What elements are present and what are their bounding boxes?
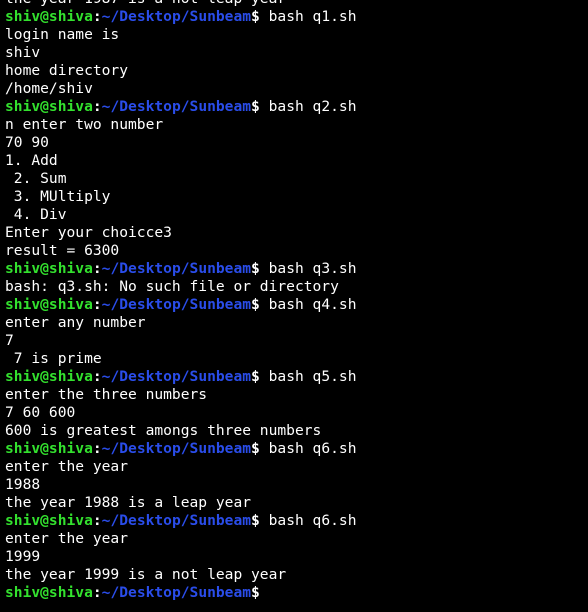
output-line: login name is: [5, 26, 120, 43]
terminal-output: the year 1987 is a not leap yearshiv@shi…: [5, 0, 588, 602]
prompt-symbol: $: [251, 296, 260, 313]
prompt-line: shiv@shiva:~/Desktop/Sunbeam$ bash q6.sh: [5, 440, 588, 458]
command-text: bash q5.sh: [259, 368, 357, 385]
command-text: bash q2.sh: [259, 98, 357, 115]
output-line: home directory: [5, 62, 129, 79]
prompt-symbol: $: [251, 584, 260, 601]
output-line: shiv: [5, 44, 41, 61]
prompt-path: ~/Desktop/Sunbeam: [101, 512, 252, 529]
prompt-separator: :: [92, 512, 102, 529]
output-line: 7: [5, 332, 14, 349]
prompt-path: ~/Desktop/Sunbeam: [101, 440, 252, 457]
prompt-separator: :: [92, 8, 102, 25]
output-line: enter the three numbers: [5, 386, 208, 403]
prompt-user-host: shiv@shiva: [5, 260, 93, 277]
prompt-separator: :: [92, 368, 102, 385]
output-line: 70 90: [5, 134, 49, 151]
output-line: /home/shiv: [5, 80, 93, 97]
prompt-line: shiv@shiva:~/Desktop/Sunbeam$ bash q5.sh: [5, 368, 588, 386]
prompt-path: ~/Desktop/Sunbeam: [101, 296, 252, 313]
output-line: enter any number: [5, 314, 146, 331]
output-line: bash: q3.sh: No such file or directory: [5, 278, 339, 295]
prompt-path: ~/Desktop/Sunbeam: [101, 98, 252, 115]
prompt-user-host: shiv@shiva: [5, 584, 93, 601]
prompt-separator: :: [92, 98, 102, 115]
prompt-line: shiv@shiva:~/Desktop/Sunbeam$ bash q1.sh: [5, 8, 588, 26]
command-text: bash q6.sh: [259, 512, 357, 529]
output-line: 1. Add: [5, 152, 58, 169]
prompt-path: ~/Desktop/Sunbeam: [101, 584, 252, 601]
output-line: Enter your choicce3: [5, 224, 172, 241]
prompt-symbol: $: [251, 440, 260, 457]
prompt-symbol: $: [251, 512, 260, 529]
prompt-user-host: shiv@shiva: [5, 98, 93, 115]
prompt-symbol: $: [251, 8, 260, 25]
prompt-separator: :: [92, 260, 102, 277]
output-line: 7 60 600: [5, 404, 76, 421]
prompt-line: shiv@shiva:~/Desktop/Sunbeam$ bash q6.sh: [5, 512, 588, 530]
prompt-user-host: shiv@shiva: [5, 368, 93, 385]
output-line: 7 is prime: [5, 350, 102, 367]
output-line: the year 1999 is a not leap year: [5, 566, 287, 583]
prompt-user-host: shiv@shiva: [5, 8, 93, 25]
prompt-separator: :: [92, 296, 102, 313]
output-line: enter the year: [5, 530, 129, 547]
prompt-path: ~/Desktop/Sunbeam: [101, 368, 252, 385]
prompt-line: shiv@shiva:~/Desktop/Sunbeam$ bash q3.sh: [5, 260, 588, 278]
output-line: the year 1987 is a not leap year: [5, 0, 588, 8]
prompt-user-host: shiv@shiva: [5, 440, 93, 457]
command-text: bash q1.sh: [259, 8, 357, 25]
command-text: bash q6.sh: [259, 440, 357, 457]
prompt-symbol: $: [251, 260, 260, 277]
prompt-line: shiv@shiva:~/Desktop/Sunbeam$ bash q4.sh: [5, 296, 588, 314]
prompt-line: shiv@shiva:~/Desktop/Sunbeam$ bash q2.sh: [5, 98, 588, 116]
output-line: 1988: [5, 476, 41, 493]
command-text: bash q3.sh: [259, 260, 357, 277]
prompt-path: ~/Desktop/Sunbeam: [101, 8, 252, 25]
prompt-separator: :: [92, 584, 102, 601]
terminal-window[interactable]: the year 1987 is a not leap yearshiv@shi…: [0, 0, 588, 612]
output-line: enter the year: [5, 458, 129, 475]
prompt-line: shiv@shiva:~/Desktop/Sunbeam$: [5, 584, 588, 602]
prompt-symbol: $: [251, 368, 260, 385]
output-line: 4. Div: [5, 206, 67, 223]
prompt-user-host: shiv@shiva: [5, 512, 93, 529]
output-line: result = 6300: [5, 242, 120, 259]
output-line: n enter two number: [5, 116, 164, 133]
prompt-separator: :: [92, 440, 102, 457]
output-line: 1999: [5, 548, 41, 565]
output-line: 2. Sum: [5, 170, 67, 187]
prompt-symbol: $: [251, 98, 260, 115]
prompt-user-host: shiv@shiva: [5, 296, 93, 313]
command-text: bash q4.sh: [259, 296, 357, 313]
output-line: 3. MUltiply: [5, 188, 111, 205]
output-line: the year 1988 is a leap year: [5, 494, 252, 511]
output-line: 600 is greatest amongs three numbers: [5, 422, 322, 439]
prompt-path: ~/Desktop/Sunbeam: [101, 260, 252, 277]
